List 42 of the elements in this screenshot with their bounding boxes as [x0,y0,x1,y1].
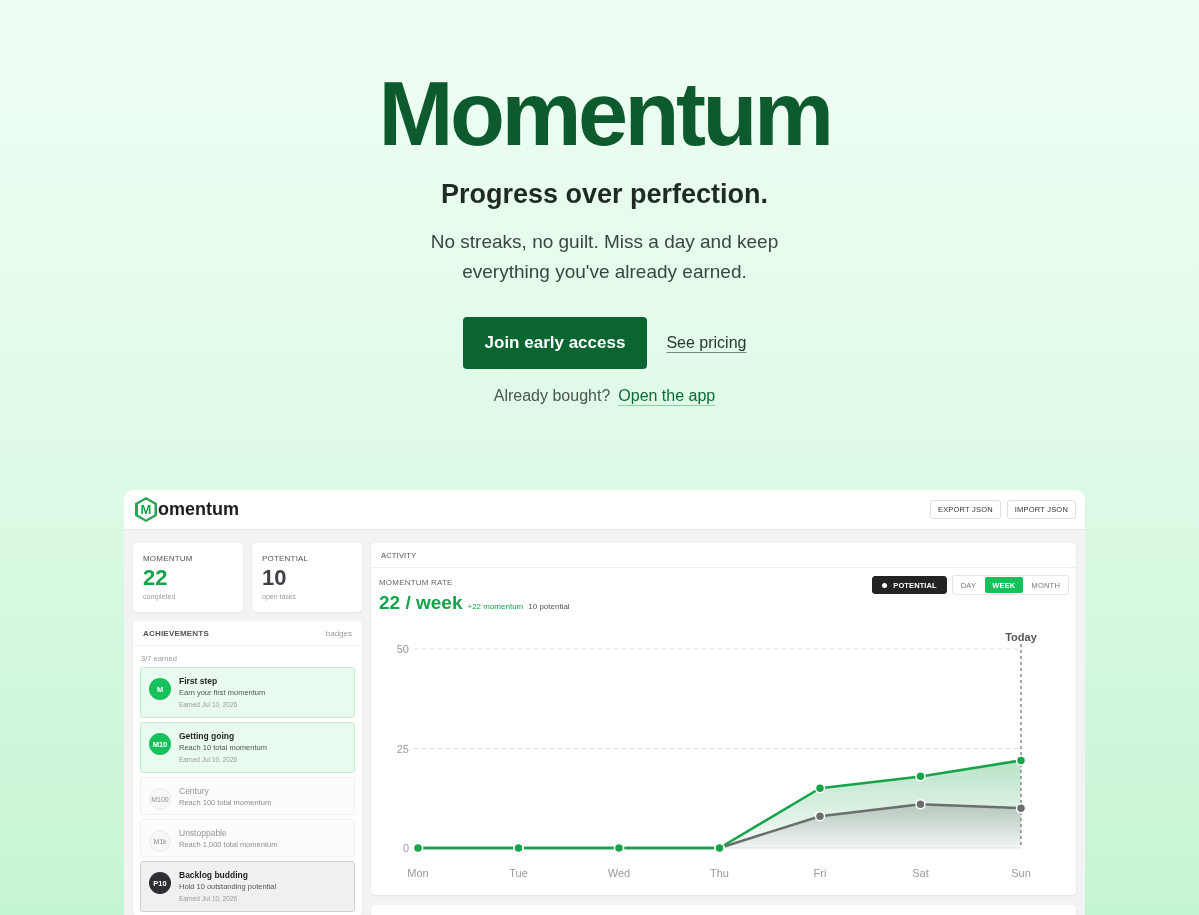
momentum-delta: +22 momentum [467,602,524,611]
description: No streaks, no guilt. Miss a day and keep everything you've already earned. [429,230,780,284]
rate-label: MOMENTUM RATE [379,577,453,589]
x-tick-label: Mon [407,867,429,879]
pricing-link[interactable]: See pricing [666,334,747,352]
achievement-title: Century [179,785,209,797]
product-title: Momentum [378,69,831,159]
stat-label: MOMENTUM [143,553,193,565]
data-point [1015,802,1027,814]
x-tick-label: Sun [1011,867,1031,879]
logo-wordmark: omentum [158,499,239,520]
today-label: Today [1005,631,1037,643]
achievement-title: Backlog budding [179,869,248,881]
tagline: Progress over perfection. [440,178,769,211]
stat-value: 22 [143,565,168,591]
x-tick-label: Sat [912,867,929,879]
data-point [915,771,926,782]
join-button[interactable]: Join early access [462,317,648,369]
achievement-title: First step [179,675,218,687]
signin-prompt: Already bought? [493,386,611,406]
data-point [1015,755,1027,766]
data-point [915,798,926,810]
open-app-link[interactable]: Open the app [618,384,716,408]
y-tick-label: 50 [396,643,409,655]
x-tick-label: Tue [509,867,528,879]
achievement-title: Getting going [179,730,235,742]
achievements-note: badges [325,628,352,638]
achievements-title: ACHIEVEMENTS [143,628,209,638]
data-point [814,810,826,822]
y-tick-label: 25 [396,742,409,755]
x-tick-label: Fri [813,867,827,879]
stat-label: POTENTIAL [262,553,309,565]
logo-mark: M [135,497,157,522]
y-tick-label: 0 [402,842,409,854]
dot-icon [882,582,888,588]
potential-note: 10 potential [528,602,570,611]
x-tick-label: Thu [710,867,729,879]
data-point [814,783,826,794]
achievement-title: Unstoppable [179,827,227,839]
x-tick-label: Wed [607,867,631,879]
stat-value: 10 [262,565,287,591]
rate-value: 22 / week [379,591,463,615]
